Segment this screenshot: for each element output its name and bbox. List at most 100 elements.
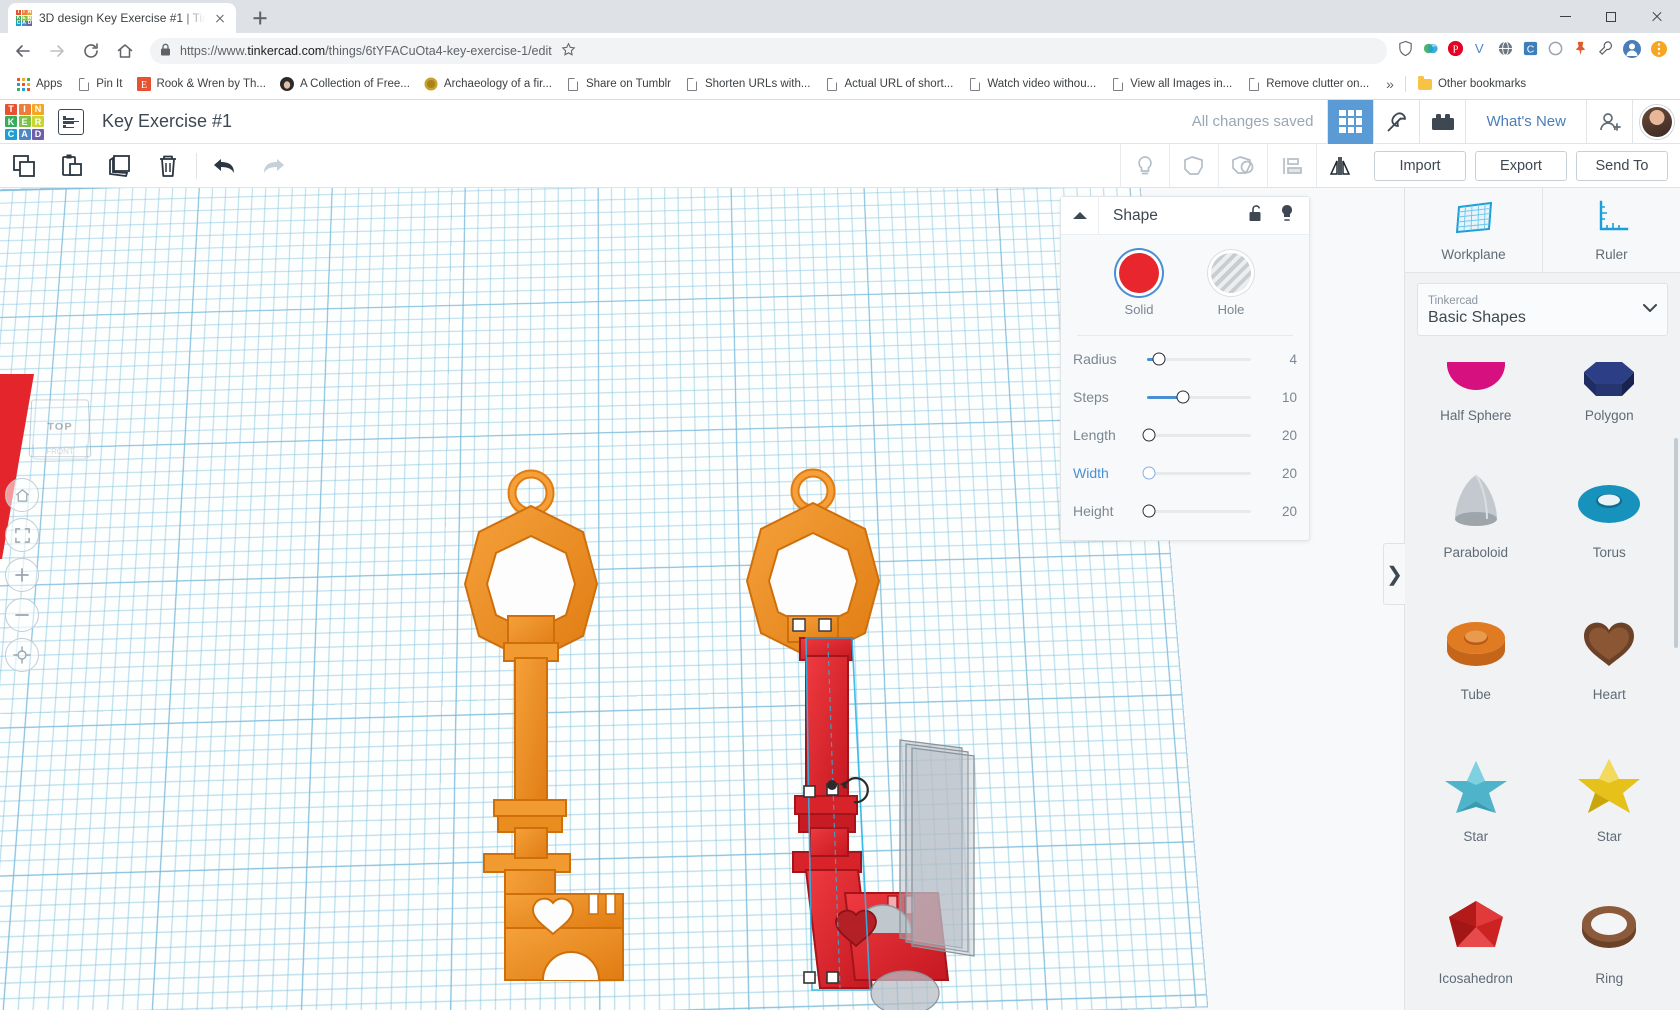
brick-icon[interactable] bbox=[1419, 100, 1465, 144]
group-icon[interactable] bbox=[1169, 144, 1218, 188]
slider-knob-height[interactable] bbox=[1143, 505, 1156, 518]
bookmark-archaeology[interactable]: Archaeology of a fir... bbox=[417, 74, 559, 95]
slider-knob-radius[interactable] bbox=[1153, 353, 1166, 366]
align-icon[interactable] bbox=[1267, 144, 1316, 188]
browser-tab[interactable]: TIN KER CAD 3D design Key Exercise #1 | … bbox=[8, 3, 236, 33]
extension-globe-icon[interactable] bbox=[1497, 40, 1514, 62]
redo-icon[interactable] bbox=[249, 144, 297, 188]
ungroup-icon[interactable] bbox=[1218, 144, 1267, 188]
bookmark-view-images[interactable]: View all Images in... bbox=[1103, 74, 1239, 95]
slider-value-height[interactable]: 20 bbox=[1267, 504, 1297, 519]
chrome-menu-icon[interactable] bbox=[1650, 40, 1668, 63]
fit-view-icon[interactable] bbox=[5, 518, 39, 552]
zoom-in-icon[interactable] bbox=[5, 558, 39, 592]
shape-item-torus[interactable]: Torus bbox=[1543, 442, 1677, 582]
window-maximize-button[interactable] bbox=[1588, 0, 1634, 33]
url-input[interactable]: https://www.tinkercad.com/things/6tYFACu… bbox=[150, 38, 1387, 64]
extension-circle-icon[interactable] bbox=[1547, 40, 1564, 62]
bookmark-remove-clutter[interactable]: Remove clutter on... bbox=[1239, 74, 1376, 95]
slider-track-length[interactable] bbox=[1147, 434, 1251, 437]
slider-knob-width[interactable] bbox=[1143, 467, 1156, 480]
pickaxe-icon[interactable] bbox=[1373, 100, 1419, 144]
shape-item-heart[interactable]: Heart bbox=[1543, 584, 1677, 724]
view-cube-front-face[interactable]: FRONT bbox=[33, 444, 88, 459]
shape-item-polygon[interactable]: Polygon bbox=[1543, 344, 1677, 440]
bookmark-actual-url[interactable]: Actual URL of short... bbox=[817, 74, 960, 95]
reload-icon[interactable] bbox=[76, 36, 106, 66]
extension-green-icon[interactable]: 9e bbox=[1422, 40, 1439, 62]
slider-steps[interactable]: Steps 10 bbox=[1061, 378, 1309, 416]
new-tab-button[interactable] bbox=[246, 4, 274, 32]
import-button[interactable]: Import bbox=[1374, 151, 1466, 181]
slider-value-radius[interactable]: 4 bbox=[1267, 352, 1297, 367]
other-bookmarks-folder[interactable]: Other bookmarks bbox=[1411, 74, 1533, 95]
hole-option[interactable]: Hole bbox=[1211, 253, 1251, 317]
slider-knob-steps[interactable] bbox=[1177, 391, 1190, 404]
bookmark-rook-wren[interactable]: E Rook & Wren by Th... bbox=[129, 74, 273, 95]
shape-item-ring[interactable]: Ring bbox=[1543, 869, 1677, 1009]
bookmarks-overflow-button[interactable]: » bbox=[1380, 76, 1400, 92]
shape-collection-select[interactable]: Tinkercad Basic Shapes bbox=[1417, 283, 1668, 336]
undo-icon[interactable] bbox=[201, 144, 249, 188]
unlock-icon[interactable] bbox=[1248, 204, 1265, 228]
shape-item-star-6[interactable]: Star bbox=[1543, 727, 1677, 867]
home-icon[interactable] bbox=[110, 36, 140, 66]
slider-track-steps[interactable] bbox=[1147, 396, 1251, 399]
slider-value-length[interactable]: 20 bbox=[1267, 428, 1297, 443]
bookmark-share-tumblr[interactable]: Share on Tumblr bbox=[559, 74, 678, 95]
slider-knob-length[interactable] bbox=[1143, 429, 1156, 442]
list-menu-icon[interactable] bbox=[58, 109, 84, 135]
chevron-right-icon[interactable]: ❯ bbox=[1383, 543, 1405, 605]
slider-track-width[interactable] bbox=[1147, 472, 1251, 475]
extension-pin-icon[interactable] bbox=[1572, 40, 1589, 62]
slider-value-width[interactable]: 20 bbox=[1267, 466, 1297, 481]
light-bulb-icon[interactable] bbox=[1120, 144, 1169, 188]
paste-icon[interactable] bbox=[48, 144, 96, 188]
tinkercad-logo[interactable]: TIN KER CAD bbox=[0, 100, 44, 144]
slider-value-steps[interactable]: 10 bbox=[1267, 390, 1297, 405]
whats-new-link[interactable]: What's New bbox=[1465, 100, 1586, 144]
star-icon[interactable] bbox=[561, 42, 576, 60]
export-button[interactable]: Export bbox=[1475, 151, 1567, 181]
back-arrow-icon[interactable] bbox=[8, 36, 38, 66]
user-avatar[interactable] bbox=[1632, 100, 1680, 144]
forward-arrow-icon[interactable] bbox=[42, 36, 72, 66]
chevron-down-icon[interactable] bbox=[1643, 300, 1657, 318]
grid-view-icon[interactable] bbox=[1327, 100, 1373, 144]
shape-item-icosahedron[interactable]: Icosahedron bbox=[1409, 869, 1543, 1009]
bookmark-pin-it[interactable]: Pin It bbox=[69, 74, 129, 95]
workplane-tool[interactable]: Workplane bbox=[1405, 188, 1542, 272]
orbit-icon[interactable] bbox=[5, 638, 39, 672]
bookmark-collection-free[interactable]: A Collection of Free... bbox=[273, 74, 417, 95]
zoom-out-icon[interactable] bbox=[5, 598, 39, 632]
tab-close-icon[interactable] bbox=[212, 10, 228, 26]
copy-icon[interactable] bbox=[0, 144, 48, 188]
extension-wrench-icon[interactable] bbox=[1597, 40, 1614, 62]
window-close-button[interactable] bbox=[1634, 0, 1680, 33]
slider-height[interactable]: Height 20 bbox=[1061, 492, 1309, 530]
shape-item-star-5[interactable]: Star bbox=[1409, 727, 1543, 867]
shapes-scrollbar[interactable] bbox=[1674, 438, 1678, 648]
add-user-icon[interactable] bbox=[1586, 100, 1632, 144]
bookmark-watch-video[interactable]: Watch video withou... bbox=[960, 74, 1103, 95]
send-to-button[interactable]: Send To bbox=[1576, 151, 1668, 181]
light-bulb-icon[interactable] bbox=[1279, 203, 1295, 228]
window-minimize-button[interactable] bbox=[1542, 0, 1588, 33]
slider-radius[interactable]: Radius 4 bbox=[1061, 340, 1309, 378]
solid-option[interactable]: Solid bbox=[1119, 253, 1159, 317]
extension-shield-icon[interactable] bbox=[1397, 40, 1414, 62]
slider-track-radius[interactable] bbox=[1147, 358, 1251, 361]
duplicate-icon[interactable] bbox=[96, 144, 144, 188]
slider-length[interactable]: Length 20 bbox=[1061, 416, 1309, 454]
mirror-icon[interactable] bbox=[1316, 144, 1365, 188]
shape-item-paraboloid[interactable]: Paraboloid bbox=[1409, 442, 1543, 582]
ruler-tool[interactable]: Ruler bbox=[1542, 188, 1680, 272]
slider-track-height[interactable] bbox=[1147, 510, 1251, 513]
extension-c-icon[interactable]: C bbox=[1522, 40, 1539, 62]
view-cube[interactable]: TOP FRONT bbox=[30, 396, 90, 458]
design-title[interactable]: Key Exercise #1 bbox=[102, 111, 232, 132]
caret-up-icon[interactable] bbox=[1061, 197, 1099, 235]
shape-item-tube[interactable]: Tube bbox=[1409, 584, 1543, 724]
hole-swatch[interactable] bbox=[1211, 253, 1251, 293]
shape-item-half-sphere[interactable]: Half Sphere bbox=[1409, 344, 1543, 440]
